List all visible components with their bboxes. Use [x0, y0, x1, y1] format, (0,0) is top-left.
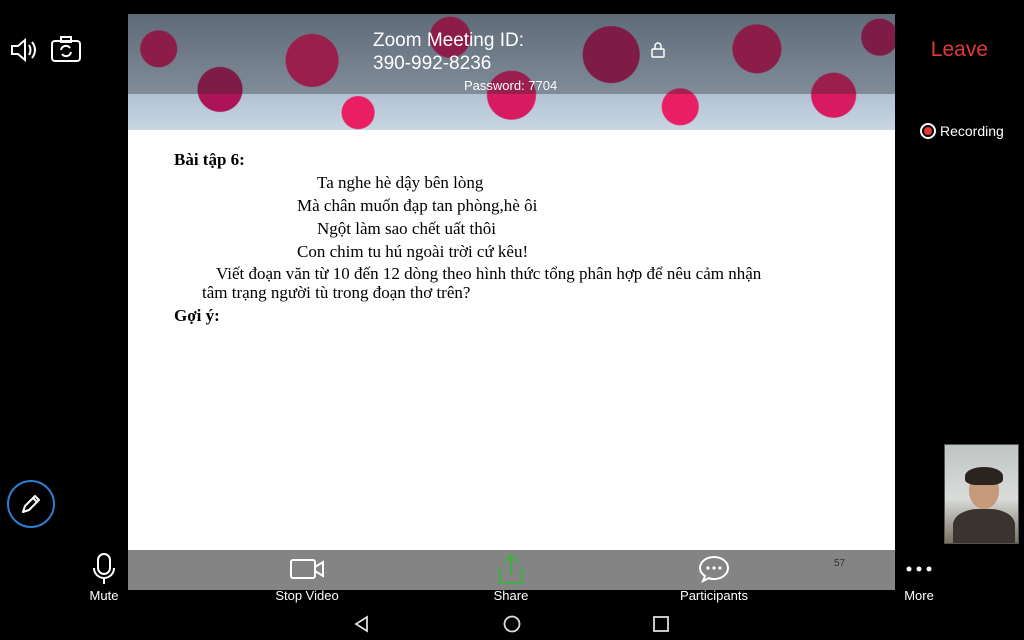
poem-line: Ngột làm sao chết uất thôi: [317, 219, 496, 238]
shared-slide: Zoom Meeting ID: 390-992-8236 Password: …: [128, 14, 895, 590]
home-icon[interactable]: [502, 614, 522, 634]
recording-label: Recording: [940, 123, 1004, 139]
mute-label: Mute: [89, 588, 119, 603]
person-torso: [953, 509, 1015, 543]
speaker-icon[interactable]: [8, 36, 40, 64]
record-icon: [920, 123, 936, 139]
recent-apps-icon[interactable]: [651, 614, 671, 634]
meeting-id-value: 390-992-8236: [373, 53, 492, 74]
stop-video-label: Stop Video: [275, 588, 339, 603]
meeting-password: Password: 7704: [464, 78, 558, 93]
back-icon[interactable]: [352, 614, 372, 634]
annotate-button[interactable]: [7, 480, 55, 528]
camera-switch-icon[interactable]: [50, 34, 84, 64]
share-icon: [496, 550, 526, 588]
hint-heading: Gợi ý:: [174, 306, 220, 325]
video-camera-icon: [289, 550, 325, 588]
recording-indicator[interactable]: Recording: [920, 120, 1004, 142]
meeting-toolbar: Mute Stop Video Share Participants More: [0, 550, 1024, 608]
mute-button[interactable]: Mute: [49, 550, 159, 608]
meeting-id: Zoom Meeting ID: 390-992-8236: [373, 29, 573, 75]
poem-line: Ta nghe hè dậy bên lòng: [317, 173, 484, 192]
self-video-thumbnail[interactable]: [944, 444, 1019, 544]
more-label: More: [904, 588, 934, 603]
slide-content: Bài tập 6: Ta nghe hè dậy bên lòng Mà ch…: [128, 130, 895, 590]
task-text: Viết đoạn văn từ 10 đến 12 dòng theo hìn…: [216, 264, 762, 283]
task-text: tâm trạng người tù trong đoạn thơ trên?: [202, 283, 471, 302]
more-button[interactable]: More: [864, 550, 974, 608]
poem-line: Con chim tu hú ngoài trời cứ kêu!: [297, 242, 529, 261]
lock-icon: [651, 42, 665, 58]
more-dots-icon: [905, 550, 933, 588]
person-hair: [965, 467, 1003, 485]
exercise-title: Bài tập 6:: [174, 150, 245, 169]
leave-button[interactable]: Leave: [931, 38, 988, 62]
poem-line: Mà chân muốn đạp tan phòng,hè ôi: [297, 196, 538, 215]
meeting-id-label: Zoom Meeting ID:: [373, 30, 524, 51]
chat-bubble-icon: [698, 550, 730, 588]
participants-button[interactable]: Participants: [659, 550, 769, 608]
pencil-icon: [22, 495, 40, 513]
share-button[interactable]: Share: [456, 550, 566, 608]
stop-video-button[interactable]: Stop Video: [252, 550, 362, 608]
android-nav-bar: [0, 608, 1024, 640]
share-label: Share: [493, 588, 529, 603]
microphone-icon: [92, 550, 116, 588]
participants-label: Participants: [680, 588, 748, 603]
